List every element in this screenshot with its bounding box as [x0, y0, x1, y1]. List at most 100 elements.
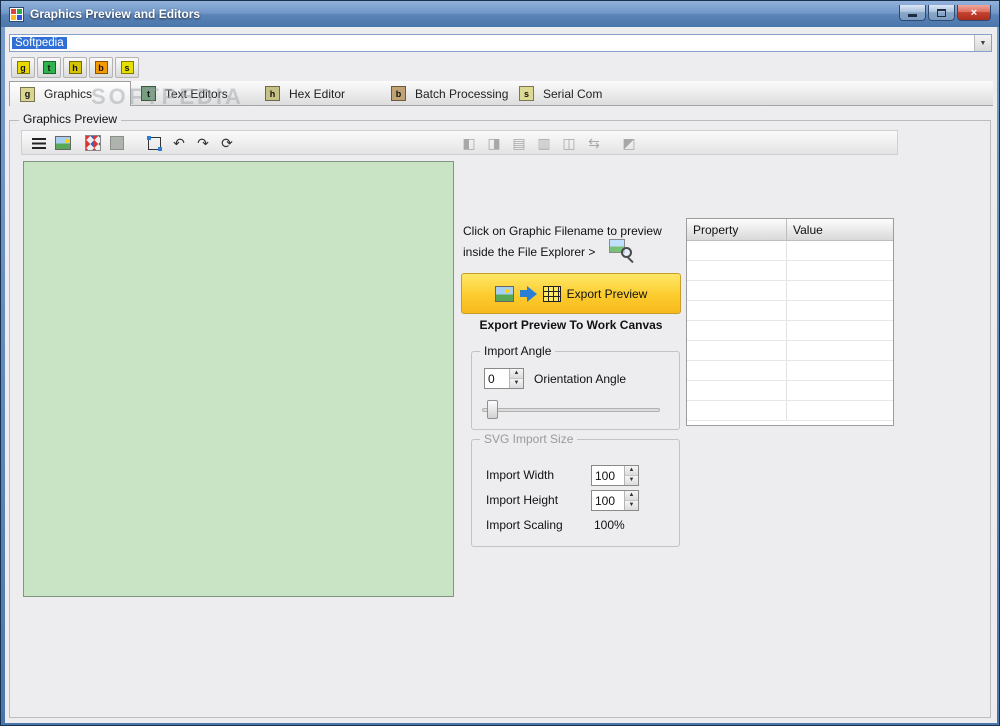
table-header: Property Value — [687, 219, 893, 241]
table-row[interactable] — [687, 321, 893, 341]
arrow-right-icon — [519, 285, 537, 302]
table-row[interactable] — [687, 281, 893, 301]
maximize-button[interactable] — [928, 5, 955, 21]
gray-square-icon — [110, 136, 124, 150]
tab-strip: g Graphics t Text Editors h Hex Editor b… — [9, 81, 993, 106]
batch-tab-icon: b — [391, 86, 406, 101]
minimize-button[interactable] — [899, 5, 926, 21]
cell-value — [787, 261, 893, 280]
hex-editor-letter-icon: h — [68, 61, 82, 74]
grid-canvas-icon — [542, 285, 561, 302]
cell-value — [787, 361, 893, 380]
cell-value — [787, 281, 893, 300]
swap-button[interactable]: ⇆ — [585, 134, 603, 152]
cell-property — [687, 361, 787, 380]
explorer-hint: Click on Graphic Filename to preview ins… — [463, 221, 699, 264]
cell-property — [687, 381, 787, 400]
graphics-toolbar: ↶ ↷ ⟳ ◧ ◨ ▤ ▥ ◫ ⇆ ◩ — [21, 130, 898, 155]
angle-spinbox[interactable]: 0 ▲ ▼ — [484, 368, 524, 389]
hint-line-2: inside the File Explorer > — [463, 245, 596, 259]
preview-canvas[interactable] — [23, 161, 454, 597]
hint-line-1: Click on Graphic Filename to preview — [463, 224, 662, 238]
slider-handle[interactable] — [487, 400, 498, 419]
table-row[interactable] — [687, 361, 893, 381]
cell-value — [787, 381, 893, 400]
rotate-left-button[interactable]: ↶ — [170, 134, 188, 152]
open-image-button[interactable] — [54, 134, 72, 152]
mini-tab-graphics[interactable]: g — [11, 57, 35, 78]
chevron-down-icon[interactable]: ▼ — [974, 35, 991, 51]
mini-tab-batch-processing[interactable]: b — [89, 57, 113, 78]
mosaic-icon — [85, 135, 101, 151]
titlebar: Graphics Preview and Editors × — [1, 1, 999, 27]
export-preview-button[interactable]: Export Preview — [461, 273, 681, 314]
mirror-horizontal-button[interactable]: ▤ — [510, 134, 528, 152]
mini-tab-hex-editor[interactable]: h — [63, 57, 87, 78]
blank-canvas-button[interactable] — [108, 134, 126, 152]
close-button[interactable]: × — [957, 5, 991, 21]
cell-property — [687, 281, 787, 300]
table-row[interactable] — [687, 381, 893, 401]
table-row[interactable] — [687, 301, 893, 321]
app-icon — [9, 6, 24, 22]
tab-label: Batch Processing — [415, 86, 509, 101]
flip-vertical-button[interactable]: ◨ — [485, 134, 503, 152]
table-row[interactable] — [687, 401, 893, 421]
flip-horizontal-button[interactable]: ◧ — [460, 134, 478, 152]
cell-value — [787, 301, 893, 320]
magnifier-icon — [621, 247, 632, 258]
tab-batch-processing[interactable]: b Batch Processing — [381, 81, 509, 106]
cell-value — [787, 241, 893, 260]
pixel-grid-button[interactable] — [84, 134, 102, 152]
file-explorer-preview-icon — [609, 237, 635, 264]
rotate-reset-button[interactable]: ⟳ — [218, 134, 236, 152]
import-width-spinbox[interactable]: 100 ▲ ▼ — [591, 465, 639, 486]
picture-icon — [55, 136, 71, 150]
svg-import-size-group: SVG Import Size Import Width 100 ▲ ▼ Imp… — [471, 432, 680, 547]
tab-graphics[interactable]: g Graphics — [9, 81, 131, 106]
mini-tab-row: g t h b s — [11, 57, 139, 78]
import-angle-group: Import Angle 0 ▲ ▼ Orientation Angle — [471, 344, 680, 430]
selection-icon — [146, 135, 162, 151]
export-page-button[interactable]: ◩ — [620, 134, 638, 152]
property-table: Property Value — [686, 218, 894, 426]
window-title: Graphics Preview and Editors — [30, 7, 201, 21]
tab-hex-editor[interactable]: h Hex Editor — [255, 81, 381, 106]
tab-label: Hex Editor — [289, 86, 346, 101]
column-header-value: Value — [793, 223, 823, 237]
batch-letter-icon: b — [94, 61, 108, 74]
import-height-value: 100 — [595, 494, 616, 508]
import-scaling-label: Import Scaling — [486, 518, 563, 532]
frame-title: Graphics Preview — [19, 112, 122, 126]
split-view-button[interactable]: ◫ — [560, 134, 578, 152]
table-row[interactable] — [687, 341, 893, 361]
spin-up-button[interactable]: ▲ — [625, 466, 638, 476]
cell-property — [687, 301, 787, 320]
graphics-letter-icon: g — [16, 61, 30, 74]
tab-text-editors[interactable]: t Text Editors — [131, 81, 255, 106]
spin-down-button[interactable]: ▼ — [510, 379, 523, 388]
mini-tab-text-editors[interactable]: t — [37, 57, 61, 78]
angle-value: 0 — [488, 372, 495, 386]
spin-down-button[interactable]: ▼ — [625, 476, 638, 485]
spin-up-button[interactable]: ▲ — [625, 491, 638, 501]
table-row[interactable] — [687, 261, 893, 281]
import-height-spinbox[interactable]: 100 ▲ ▼ — [591, 490, 639, 511]
text-editors-tab-icon: t — [141, 86, 156, 101]
selection-bounds-button[interactable] — [145, 134, 163, 152]
menu-button[interactable] — [30, 134, 48, 152]
mirror-vertical-button[interactable]: ▥ — [535, 134, 553, 152]
rotate-right-button[interactable]: ↷ — [194, 134, 212, 152]
import-scaling-value: 100% — [594, 518, 625, 532]
mini-tab-serial-com[interactable]: s — [115, 57, 139, 78]
cell-value — [787, 341, 893, 360]
table-row[interactable] — [687, 241, 893, 261]
svg-import-size-title: SVG Import Size — [480, 432, 578, 446]
filename-combobox[interactable]: Softpedia ▼ — [9, 34, 992, 52]
cell-property — [687, 341, 787, 360]
spin-up-button[interactable]: ▲ — [510, 369, 523, 379]
orientation-angle-slider[interactable] — [482, 408, 660, 412]
tab-serial-com[interactable]: s Serial Com — [509, 81, 617, 106]
export-button-label: Export Preview — [566, 286, 648, 301]
spin-down-button[interactable]: ▼ — [625, 501, 638, 510]
